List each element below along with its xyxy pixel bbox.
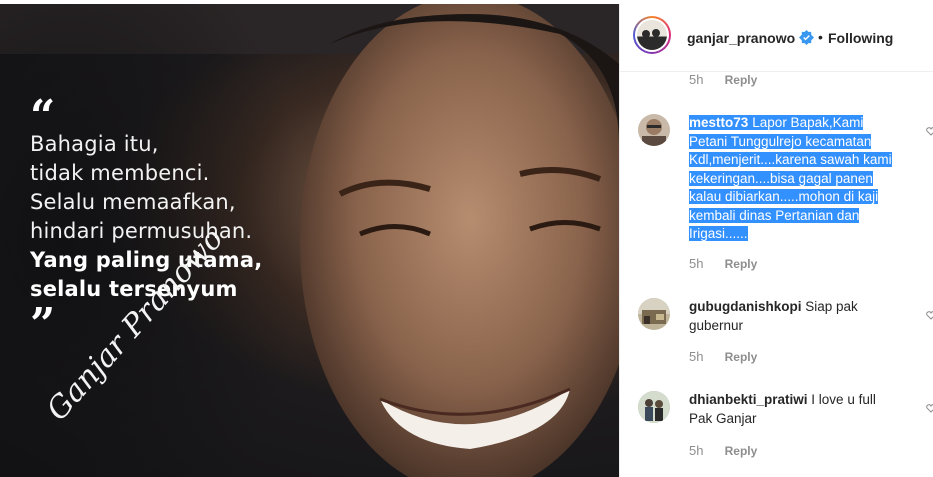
like-heart-icon[interactable] (926, 126, 933, 136)
comment-text-line: gubernur (689, 317, 744, 333)
comment-text: gubugdanishkopi Siap pak gubernur (689, 298, 919, 335)
comment-username[interactable]: gubugdanishkopi (689, 299, 802, 314)
quote-line: Bahagia itu, (30, 132, 159, 156)
reply-button[interactable]: Reply (725, 73, 758, 87)
comment-time: 5h (689, 256, 704, 271)
comment-text-line: kekeringan....bisa gagal panen (689, 170, 873, 186)
commenter-avatar[interactable] (638, 298, 670, 330)
comment-meta: 5h Reply (689, 72, 757, 87)
like-heart-icon[interactable] (926, 403, 933, 413)
comment-text-line: I love u full (811, 392, 876, 407)
comment-meta: 5h Reply (689, 443, 757, 458)
quote-line: Selalu memaafkan, (30, 190, 236, 214)
header-username[interactable]: ganjar_pranowo (687, 30, 795, 46)
comment-time: 5h (689, 349, 704, 364)
verified-badge-icon (799, 30, 814, 45)
comment-text-line: kalau dibiarkan.....mohon di kaji (689, 189, 879, 204)
reply-button[interactable]: Reply (725, 350, 758, 364)
avatar-image (637, 20, 667, 50)
comments-panel: ganjar_pranowo • Following 5h Reply mest… (619, 4, 933, 477)
comment-text-line: Pak Ganjar (689, 410, 757, 426)
commenter-avatar[interactable] (638, 114, 670, 146)
commenter-avatar[interactable] (638, 391, 670, 423)
comment-meta: 5h Reply (689, 256, 757, 271)
reply-button[interactable]: Reply (725, 257, 758, 271)
quote-line: tidak membenci. (30, 161, 210, 185)
comment-username[interactable]: mestto73 (689, 115, 749, 130)
open-quote-mark: “ (30, 91, 56, 142)
comment-text: mestto73 Lapor Bapak,Kami Petani Tunggulr… (689, 114, 919, 244)
profile-avatar[interactable] (633, 16, 671, 54)
comment-text-line: Lapor Bapak,Kami (748, 115, 864, 130)
following-button[interactable]: Following (828, 30, 893, 46)
post-header: ganjar_pranowo • Following (620, 4, 933, 72)
quote-bold-line: Yang paling utama, (30, 248, 263, 272)
comment-time: 5h (689, 443, 704, 458)
reply-button[interactable]: Reply (725, 444, 758, 458)
comment-text-line: Siap pak (805, 299, 858, 314)
comment-text: dhianbekti_pratiwi I love u full Pak Gan… (689, 391, 919, 428)
comment-time: 5h (689, 72, 704, 87)
comment-username[interactable]: dhianbekti_pratiwi (689, 392, 808, 407)
header-separator: • (818, 29, 823, 45)
comment-text-line: Kdl,menjerit....karena sawah kami (689, 152, 892, 167)
comment-text-line: Petani Tunggulrejo kecamatan (689, 133, 872, 149)
comment-text-line: kembali dinas Pertanian dan (689, 207, 860, 223)
comment-text-line: Irigasi...... (689, 226, 748, 241)
like-heart-icon[interactable] (926, 310, 933, 320)
post-image[interactable]: “ Bahagia itu, tidak membenci. Selalu me… (0, 4, 619, 477)
comment-meta: 5h Reply (689, 349, 757, 364)
